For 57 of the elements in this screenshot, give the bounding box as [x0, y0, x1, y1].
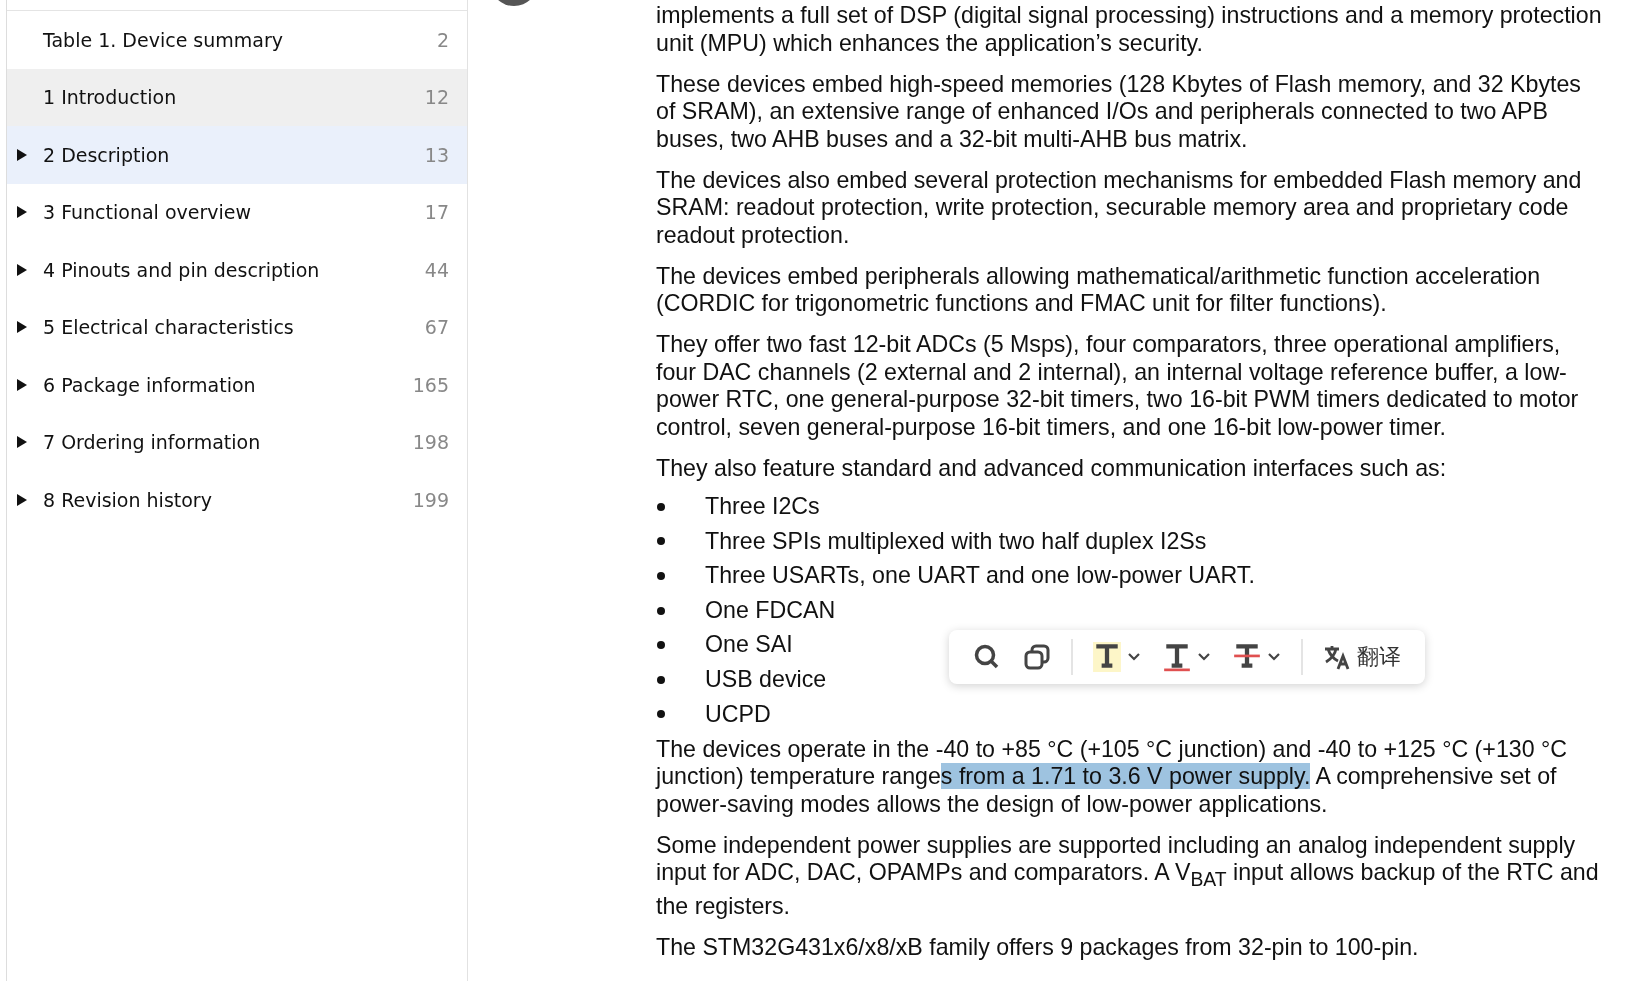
expand-arrow-icon[interactable] — [15, 261, 29, 278]
paragraph: These devices embed high-speed memories (128 Kbytes of Flash memory, and 32 Kbytes of SRAM), an extensive range of enhanced I/Os and peripherals connected to two APB buses, two AHB buses and a 32-bit multi-AHB bus matrix. — [656, 70, 1582, 153]
underline-text-icon — [1163, 642, 1191, 672]
paragraph: The devices also embed several protection mechanisms for embedded Flash memory and SRAM: readout protection, write protection, securable memory area and proprietary code readout protection. — [656, 166, 1583, 249]
bullet-icon — [657, 710, 665, 719]
paragraph: implements a full set of DSP (digital signal processing) instructions and a memory protection unit (MPU) which enhances the application’s security. — [656, 2, 1603, 57]
outline-item[interactable]: 4 Pinouts and pin description 44 — [7, 241, 467, 299]
bullet-icon — [657, 606, 665, 615]
outline-item[interactable]: 1 Introduction 12 — [7, 68, 467, 126]
expand-arrow-icon[interactable] — [15, 491, 29, 508]
copy-icon — [1023, 643, 1051, 671]
outline-item[interactable]: 5 Electrical characteristics 67 — [7, 298, 467, 356]
outline-item[interactable]: 8 Revision history 199 — [7, 471, 467, 529]
list-item: One FDCAN — [705, 596, 836, 625]
outline-item[interactable]: 2 Description 13 — [7, 126, 467, 184]
list-item: UCPD — [705, 700, 771, 729]
expand-arrow-icon[interactable] — [15, 146, 29, 163]
paragraph: The devices operate in the -40 to +85 °C (+105 °C junction) and -40 to +125 °C (+130 °C junction) temperature ranges from a 1.71 to 3.6 V power supply. A comprehensive set of power-saving modes allows the design of low-power applications. — [656, 735, 1569, 819]
page-number: 13 — [424, 143, 449, 166]
paragraph: The devices embed peripherals allowing mathematical/arithmetic function acceleration (CORDIC for trigonometric functions and FMAC unit for filter functions). — [656, 262, 1542, 318]
bullet-icon — [657, 502, 665, 511]
outline-item[interactable]: 6 Package information 165 — [7, 356, 467, 414]
chevron-down-icon — [1127, 652, 1141, 662]
page-number: 12 — [424, 86, 449, 109]
page-number: 44 — [424, 258, 449, 281]
page-number: 2 — [436, 28, 449, 51]
highlight-text-icon — [1093, 642, 1121, 672]
paragraph: They offer two fast 12-bit ADCs (5 Msps), four comparators, three operational amplifiers, four DAC channels (2 external and 2 internal), an internal voltage reference buffer, a low-power RTC, one general-purpose 32-bit timers, two 16-bit PWM timers dedicated to motor control, seven general-purpose 16-bit timers, and one 16-bit low-power timer. — [656, 331, 1580, 441]
page-number: 198 — [412, 431, 449, 454]
bullet-icon — [657, 572, 665, 580]
chevron-down-icon — [1267, 652, 1281, 662]
bullet-icon — [657, 675, 665, 684]
paragraph: They also feature standard and advanced communication interfaces such as: — [656, 454, 1448, 482]
search-icon — [973, 643, 1001, 671]
list-item: Three I2Cs — [705, 493, 820, 521]
bullet-icon — [657, 537, 665, 546]
list-item: Three USARTs, one UART and one low-power UART. — [705, 562, 1255, 590]
bullet-icon — [657, 641, 665, 650]
page-number: 165 — [412, 373, 449, 396]
paragraph: Some independent power supplies are supported including an analog independent supply input for ADC, DAC, OPAMPs and comparators. A V$_{BAT}$ input allows backup of the RTC and the registers. — [656, 831, 1600, 921]
page-number: 67 — [424, 316, 449, 339]
list-item: One SAI — [705, 631, 793, 659]
expand-arrow-icon[interactable] — [15, 376, 29, 393]
page-number: 17 — [424, 201, 449, 224]
chevron-down-icon — [1197, 652, 1211, 662]
translate-icon — [1323, 643, 1351, 671]
outline-item[interactable]: 3 Functional overview 17 — [7, 183, 467, 241]
page-number: 199 — [412, 488, 449, 511]
expand-arrow-icon[interactable] — [15, 434, 29, 451]
paragraph: The STM32G431x6/x8/xB family offers 9 packages from 32-pin to 100-pin. — [656, 934, 1420, 962]
list-item: Three SPIs multiplexed with two half duplex I2Ss — [705, 527, 1207, 556]
outline-item[interactable]: 7 Ordering information 198 — [7, 413, 467, 471]
expand-arrow-icon[interactable] — [15, 319, 29, 336]
outline-item[interactable]: Table 1. Device summary 2 — [7, 11, 467, 69]
list-item: USB device — [705, 666, 827, 694]
translate-button[interactable]: 翻译 — [1315, 637, 1409, 677]
expand-arrow-icon[interactable] — [15, 204, 29, 221]
